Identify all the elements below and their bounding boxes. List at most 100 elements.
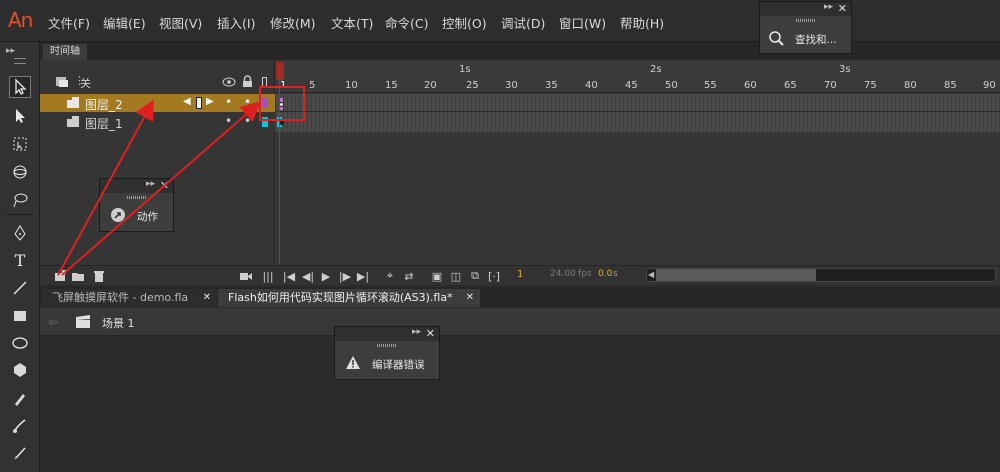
lock-icon[interactable] [242, 75, 253, 88]
menu-view[interactable]: 视图(V) [159, 13, 202, 32]
3d-rotation-tool-icon[interactable] [9, 161, 31, 183]
menu-window[interactable]: 窗口(W) [559, 13, 606, 32]
camera-icon[interactable] [239, 269, 253, 283]
tools-panel: ▸▸ T [0, 42, 40, 472]
menu-commands[interactable]: 命令(C) [385, 13, 428, 32]
go-last-frame-icon[interactable]: ▶| [356, 269, 370, 283]
frame-number: 5 [309, 80, 316, 91]
onion-skin-outline-icon[interactable]: ◫ [449, 269, 463, 283]
scene-name[interactable]: 场景 1 [102, 315, 135, 331]
menu-text[interactable]: 文本(T) [331, 13, 373, 32]
close-icon[interactable]: ✕ [203, 289, 211, 307]
menu-debug[interactable]: 调试(D) [501, 13, 545, 32]
scroll-left-icon[interactable]: ◀ [648, 270, 654, 279]
layer-row-selected[interactable]: 图层_2 ◀ ▶ • • [40, 94, 275, 112]
panel-titlebar[interactable] [335, 327, 439, 341]
edit-multiple-frames-icon[interactable]: ⧉ [468, 269, 482, 283]
annotation-highlight-box [259, 86, 305, 121]
actions-panel[interactable]: ▸▸ ✕ 动作 [99, 178, 174, 232]
step-back-icon[interactable]: ◀| [301, 269, 315, 283]
timeline-ruler[interactable]: 1s 2s 3s 5 10 15 20 25 30 35 40 45 50 55… [276, 60, 1000, 93]
onion-next-icon[interactable]: ▶ [206, 96, 214, 107]
layer-row[interactable]: 图层_1 • • [40, 113, 275, 131]
selection-tool-icon[interactable] [9, 76, 31, 98]
panel-grip-icon[interactable] [126, 196, 147, 199]
menu-edit[interactable]: 编辑(E) [103, 13, 146, 32]
layer-name[interactable]: 图层_1 [85, 115, 123, 132]
menu-modify[interactable]: 修改(M) [270, 13, 316, 32]
elapsed-time[interactable]: 0.0 [598, 269, 612, 279]
close-icon[interactable]: ✕ [466, 289, 474, 307]
subselection-tool-icon[interactable] [9, 105, 31, 127]
delete-layer-icon[interactable] [92, 269, 106, 283]
compiler-errors-panel[interactable]: ▸▸ ✕ 编译器错误 [334, 326, 440, 380]
tab-timeline[interactable]: 时间轴 [43, 44, 87, 60]
new-folder-icon[interactable] [71, 269, 85, 283]
menu-insert[interactable]: 插入(I) [217, 13, 255, 32]
expand-icon[interactable]: ▸▸ [824, 2, 833, 12]
document-tab-active[interactable]: Flash如何用代码实现图片循环滚动(AS3).fla* ✕ [218, 289, 480, 307]
playhead-marker-icon [196, 97, 202, 109]
panel-grip-icon[interactable] [377, 344, 397, 347]
modify-markers-icon[interactable]: [·] [487, 269, 501, 283]
stage-area[interactable] [40, 336, 1000, 472]
text-tool-icon[interactable]: T [9, 249, 31, 271]
close-icon[interactable]: ✕ [160, 179, 169, 192]
paint-brush-tool-icon[interactable] [9, 415, 31, 437]
free-transform-tool-icon[interactable] [9, 133, 31, 155]
pencil-tool-icon[interactable] [9, 388, 31, 410]
frame-rate[interactable]: 24.00 [550, 269, 576, 279]
toolbar-collapse-icon[interactable]: ▸▸ [6, 46, 15, 56]
current-frame[interactable]: 1 [517, 269, 523, 280]
menu-file[interactable]: 文件(F) [48, 13, 90, 32]
visibility-dot-icon[interactable]: • [225, 114, 232, 128]
show-all-layers-icon[interactable] [55, 76, 69, 88]
center-frame-icon[interactable]: ⌖ [383, 269, 397, 283]
rectangle-tool-icon[interactable] [9, 305, 31, 327]
loop-icon[interactable]: ⇄ [402, 269, 416, 283]
panel-label[interactable]: 编译器错误 [372, 357, 425, 372]
expand-icon[interactable]: ▸▸ [412, 327, 421, 337]
clapperboard-icon [76, 315, 90, 328]
onion-prev-icon[interactable]: ◀ [183, 96, 191, 107]
new-layer-icon[interactable] [53, 269, 67, 283]
back-arrow-icon[interactable]: ⇦ [48, 315, 58, 329]
expand-icon[interactable]: ▸▸ [146, 179, 155, 189]
pen-tool-icon[interactable] [9, 222, 31, 244]
scrollbar-thumb[interactable] [656, 269, 816, 281]
find-replace-panel[interactable]: ▸▸ ✕ 查找和... [759, 1, 852, 54]
layer-icon [67, 116, 79, 127]
close-icon[interactable]: ✕ [426, 327, 435, 340]
visibility-dot-icon[interactable]: • [225, 95, 232, 109]
layer-name[interactable]: 图层_2 [85, 96, 123, 113]
lock-dot-icon[interactable]: • [244, 95, 251, 109]
frame-number: 90 [983, 80, 996, 91]
onion-skin-icon[interactable]: ▣ [430, 269, 444, 283]
step-forward-icon[interactable]: |▶ [338, 269, 352, 283]
panel-label[interactable]: 动作 [137, 209, 158, 224]
polystar-tool-icon[interactable] [9, 359, 31, 381]
menu-control[interactable]: 控制(O) [442, 13, 487, 32]
lock-dot-icon[interactable]: • [244, 114, 251, 128]
go-first-frame-icon[interactable]: |◀ [282, 269, 296, 283]
panel-label[interactable]: 查找和... [795, 32, 837, 47]
menu-help[interactable]: 帮助(H) [620, 13, 664, 32]
find-replace-icon [769, 31, 784, 46]
eye-icon[interactable] [222, 77, 236, 87]
document-tab[interactable]: 飞屏触摸屏软件 - demo.fla ✕ [42, 289, 217, 307]
frame-number: 55 [704, 80, 717, 91]
panel-grip-icon[interactable] [795, 19, 816, 22]
frame-number: 45 [625, 80, 638, 91]
toolbar-grip-icon[interactable] [14, 58, 26, 64]
separator-icon: ||| [262, 269, 274, 283]
second-marker: 3s [839, 64, 851, 75]
line-tool-icon[interactable] [9, 277, 31, 299]
layer-icon [67, 97, 79, 108]
lasso-tool-icon[interactable] [9, 189, 31, 211]
playhead-handle[interactable] [276, 62, 284, 80]
close-icon[interactable]: ✕ [838, 2, 847, 15]
warning-icon [346, 356, 360, 369]
brush-tool-icon[interactable] [9, 442, 31, 464]
play-icon[interactable]: ▶ [319, 269, 333, 283]
oval-tool-icon[interactable] [9, 332, 31, 354]
